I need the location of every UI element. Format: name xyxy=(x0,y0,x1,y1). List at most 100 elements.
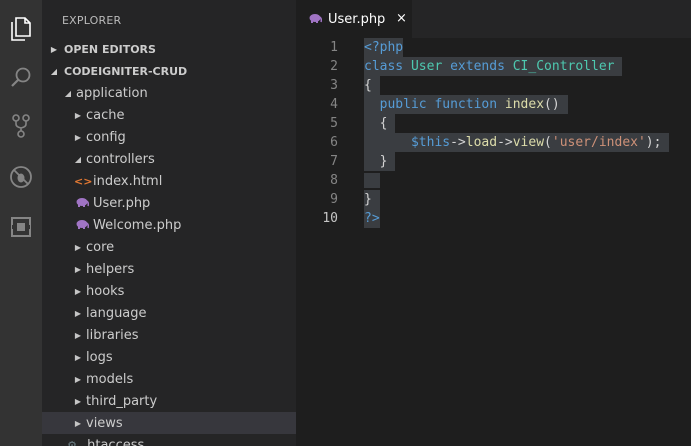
source-control-icon[interactable] xyxy=(0,106,42,146)
tree-file-welcome-php[interactable]: Welcome.php xyxy=(42,214,296,236)
code-line-1: <?php xyxy=(364,38,404,57)
class-name: User xyxy=(410,59,443,74)
code-line-7: } xyxy=(364,152,396,171)
code-line-3: { xyxy=(364,76,380,95)
tree-file-index-html[interactable]: <> index.html xyxy=(42,170,296,192)
tree-folder-helpers[interactable]: ▶ helpers xyxy=(42,258,296,280)
operator: -> xyxy=(497,135,513,150)
tree-label: Welcome.php xyxy=(93,217,182,233)
tree-folder-cache[interactable]: ▶ cache xyxy=(42,104,296,126)
php-elephant-icon xyxy=(74,219,90,232)
tree-folder-models[interactable]: ▶ models xyxy=(42,368,296,390)
tree-folder-third-party[interactable]: ▶ third_party xyxy=(42,390,296,412)
keyword: extends xyxy=(450,59,505,74)
brace: { xyxy=(364,78,372,93)
gear-icon: ⚙ xyxy=(67,438,77,446)
tab-label: User.php xyxy=(328,11,386,27)
tree-folder-views[interactable]: ▶ views xyxy=(42,412,296,434)
variable: $this xyxy=(410,135,451,150)
line-number: 1 xyxy=(330,40,338,55)
tree-label: controllers xyxy=(86,151,155,167)
activity-bar xyxy=(0,0,42,446)
tree-file-htaccess[interactable]: ⚙ .htaccess xyxy=(42,434,296,446)
line-number: 9 xyxy=(330,192,338,207)
tree-label: third_party xyxy=(86,393,158,409)
keyword: function xyxy=(434,97,498,112)
extensions-icon[interactable] xyxy=(0,207,42,247)
php-elephant-icon xyxy=(309,13,323,26)
line-number: 7 xyxy=(330,154,338,169)
code-line-4: public function index() xyxy=(364,95,568,114)
php-open-tag: <?php xyxy=(364,40,404,55)
php-elephant-icon xyxy=(74,197,90,210)
tree-folder-application[interactable]: ◢ application xyxy=(42,82,296,104)
chevron-right-icon: ▶ xyxy=(74,132,82,142)
code-editor[interactable]: 1 2 3 4 5 6 7 8 9 10 <?php class User ex… xyxy=(296,38,691,446)
tree-label: index.html xyxy=(93,173,163,189)
chevron-right-icon: ▶ xyxy=(74,242,82,252)
line-number: 8 xyxy=(330,173,338,188)
chevron-right-icon: ▶ xyxy=(74,110,82,120)
chevron-right-icon: ▶ xyxy=(74,286,82,296)
html-file-icon: <> xyxy=(74,174,93,188)
property: load xyxy=(465,135,498,150)
tree-folder-logs[interactable]: ▶ logs xyxy=(42,346,296,368)
chevron-right-icon: ▶ xyxy=(74,396,82,406)
tree-folder-libraries[interactable]: ▶ libraries xyxy=(42,324,296,346)
paren-semicolon: ); xyxy=(645,135,662,150)
line-number: 3 xyxy=(330,78,338,93)
php-close-tag: ?> xyxy=(364,211,380,226)
line-number: 5 xyxy=(330,116,338,131)
class-name: CI_Controller xyxy=(512,59,615,74)
explorer-sidebar: EXPLORER ▶ OPEN EDITORS ◢ CODEIGNITER-CR… xyxy=(42,0,296,446)
search-icon[interactable] xyxy=(0,58,42,98)
chevron-right-icon: ▶ xyxy=(74,418,82,428)
chevron-right-icon: ▶ xyxy=(50,44,58,54)
line-number: 2 xyxy=(330,59,338,74)
project-section[interactable]: ◢ CODEIGNITER-CRUD xyxy=(42,60,296,82)
chevron-down-icon: ◢ xyxy=(64,88,72,98)
editor-tab-strip: User.php × xyxy=(296,0,691,38)
chevron-right-icon: ▶ xyxy=(74,308,82,318)
chevron-right-icon: ▶ xyxy=(74,330,82,340)
keyword: class xyxy=(364,59,404,74)
tree-label: application xyxy=(76,85,148,101)
chevron-right-icon: ▶ xyxy=(74,264,82,274)
close-icon[interactable]: × xyxy=(396,11,407,26)
tree-file-user-php[interactable]: User.php xyxy=(42,192,296,214)
files-icon[interactable] xyxy=(0,8,42,48)
tree-label: .htaccess xyxy=(83,437,145,446)
tree-label: config xyxy=(86,129,126,145)
line-number: 6 xyxy=(330,135,338,150)
selection-indent xyxy=(364,173,380,188)
tab-user-php[interactable]: User.php × xyxy=(296,0,412,38)
explorer-title: EXPLORER xyxy=(62,14,122,27)
code-line-2: class User extends CI_Controller xyxy=(364,57,623,76)
chevron-down-icon: ◢ xyxy=(50,66,58,76)
tree-folder-hooks[interactable]: ▶ hooks xyxy=(42,280,296,302)
tree-folder-config[interactable]: ▶ config xyxy=(42,126,296,148)
open-editors-label: OPEN EDITORS xyxy=(64,42,156,56)
tree-folder-language[interactable]: ▶ language xyxy=(42,302,296,324)
tree-label: models xyxy=(86,371,134,387)
brace: } xyxy=(379,154,388,169)
paren: ( xyxy=(544,135,552,150)
line-number: 10 xyxy=(322,211,338,226)
method-name: view xyxy=(512,135,545,150)
brace: { xyxy=(379,116,388,131)
chevron-down-icon: ◢ xyxy=(74,154,82,164)
tree-label: cache xyxy=(86,107,125,123)
tree-folder-core[interactable]: ▶ core xyxy=(42,236,296,258)
open-editors-section[interactable]: ▶ OPEN EDITORS xyxy=(42,38,296,60)
chevron-right-icon: ▶ xyxy=(74,352,82,362)
operator: -> xyxy=(450,135,466,150)
code-line-6: $this->load->view('user/index'); xyxy=(364,133,670,152)
tree-folder-controllers[interactable]: ◢ controllers xyxy=(42,148,296,170)
code-line-8 xyxy=(364,171,380,190)
debug-icon[interactable] xyxy=(0,157,42,197)
brace: } xyxy=(364,192,372,207)
code-line-10: ?> xyxy=(364,209,380,228)
code-line-9: } xyxy=(364,190,380,209)
code-line-5: { xyxy=(364,114,396,133)
tree-label: libraries xyxy=(86,327,139,343)
